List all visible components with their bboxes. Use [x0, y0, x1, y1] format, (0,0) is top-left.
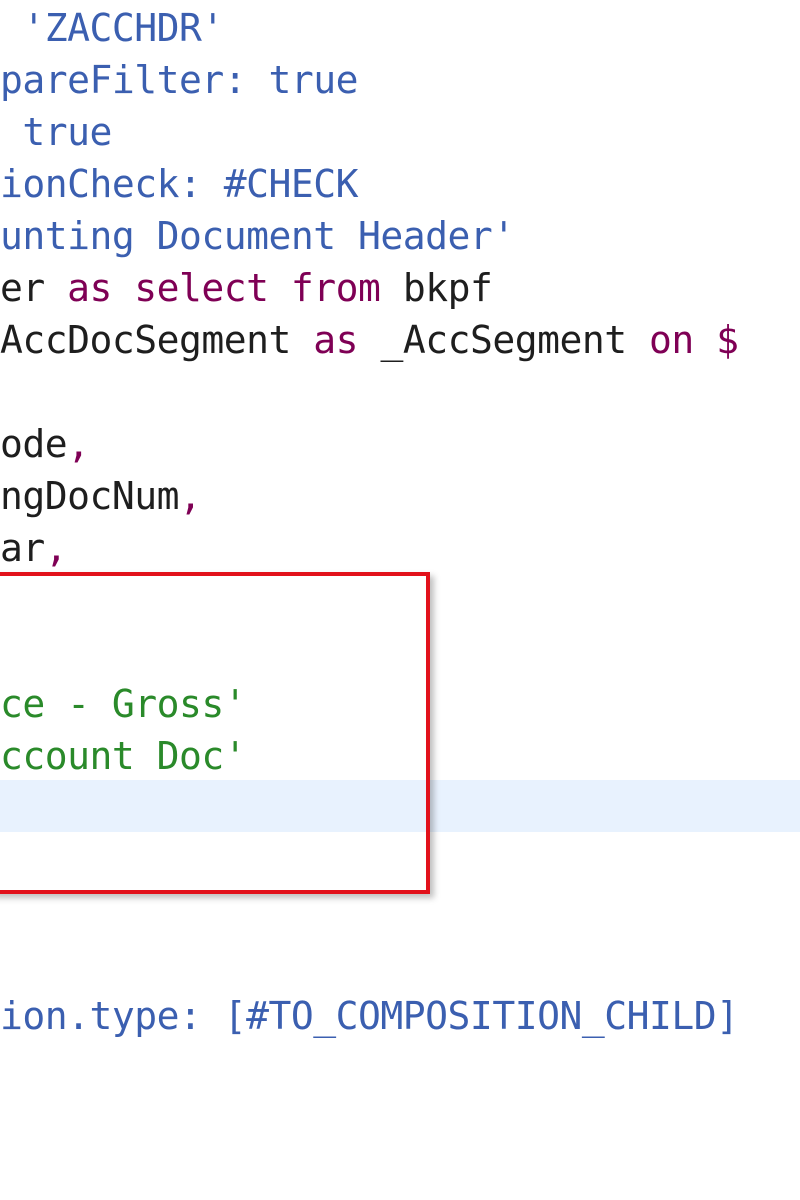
code-line[interactable]: true — [0, 106, 800, 158]
code-token: true — [0, 110, 112, 154]
code-token: ionCheck: #CHECK — [0, 162, 359, 206]
code-line[interactable]: unting Document Header' — [0, 210, 800, 262]
code-token: as — [313, 318, 359, 362]
code-token: ar — [0, 526, 45, 570]
code-token: ngDocNum — [0, 474, 180, 518]
code-token: AccDocSegment — [0, 318, 314, 362]
code-token: unting Document Header' — [0, 214, 515, 258]
annotation-highlight-box — [0, 572, 430, 894]
code-line[interactable]: ode, — [0, 418, 800, 470]
code-line[interactable]: ar, — [0, 522, 800, 574]
code-token: er — [0, 266, 68, 310]
code-line[interactable]: pareFilter: true — [0, 54, 800, 106]
code-line[interactable]: 'ZACCHDR' — [0, 2, 800, 54]
code-line[interactable]: er as select from bkpf — [0, 262, 800, 314]
code-token: _AccSegment — [358, 318, 649, 362]
code-token: ion.type: [#TO_COMPOSITION_CHILD] — [0, 994, 739, 1038]
code-token: , — [179, 474, 202, 518]
code-token: on $ — [648, 318, 739, 362]
code-token: ode — [0, 422, 68, 466]
code-line[interactable]: AccDocSegment as _AccSegment on $ — [0, 314, 800, 366]
code-line[interactable] — [0, 938, 800, 990]
code-token: 'ZACCHDR' — [0, 6, 224, 50]
code-line[interactable]: ngDocNum, — [0, 470, 800, 522]
code-line[interactable]: ion.type: [#TO_COMPOSITION_CHILD] — [0, 990, 800, 1042]
code-token: , — [67, 422, 90, 466]
code-token: bkpf — [380, 266, 493, 310]
code-line[interactable] — [0, 366, 800, 418]
code-editor[interactable]: 'ZACCHDR' pareFilter: true true ionCheck: … — [0, 0, 800, 1200]
code-token: pareFilter: true — [0, 58, 359, 102]
code-line[interactable]: ionCheck: #CHECK — [0, 158, 800, 210]
code-token: as select from — [67, 266, 381, 310]
code-token: , — [44, 526, 68, 570]
